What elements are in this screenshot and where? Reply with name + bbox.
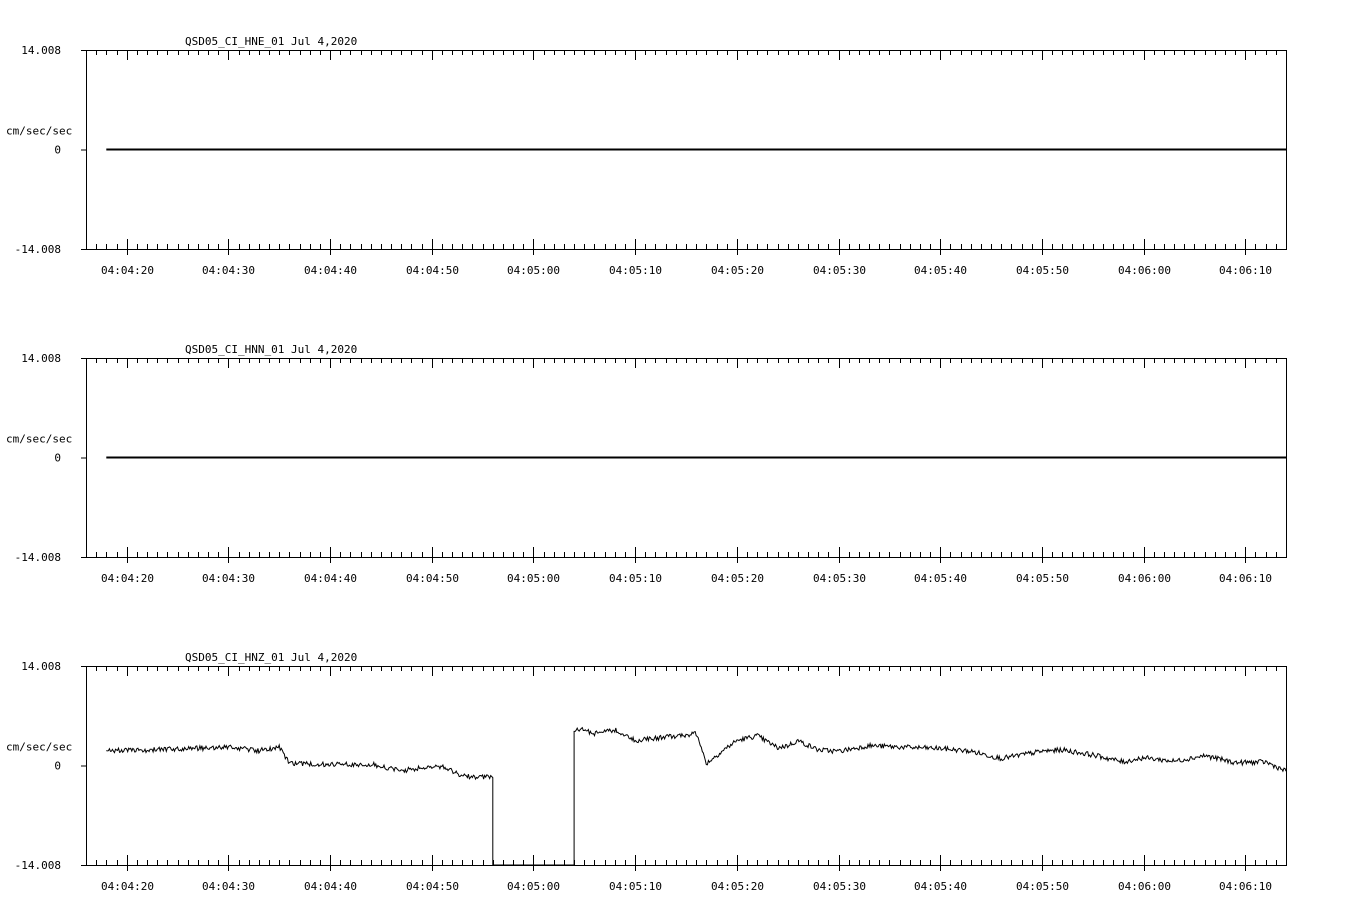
x-tick-label: 04:04:20 — [101, 264, 154, 277]
panel-title: QSD05_CI_HNE_01 Jul 4,2020 — [185, 35, 357, 48]
y-tick-label: 14.008 — [21, 660, 61, 673]
x-tick-label: 04:04:30 — [202, 880, 255, 893]
x-tick-label: 04:05:40 — [914, 572, 967, 585]
x-tick-label: 04:04:40 — [304, 572, 357, 585]
x-tick-label: 04:05:10 — [609, 880, 662, 893]
y-tick-label: -14.008 — [15, 243, 61, 256]
x-tick-label: 04:06:00 — [1118, 572, 1171, 585]
x-tick-label: 04:05:10 — [609, 572, 662, 585]
x-tick-label: 04:04:50 — [406, 880, 459, 893]
x-tick-label: 04:04:30 — [202, 264, 255, 277]
y-axis-label: cm/sec/sec — [6, 125, 72, 138]
y-tick-label: 0 — [54, 452, 61, 465]
x-tick-label: 04:05:00 — [507, 572, 560, 585]
x-tick-label: 04:05:40 — [914, 880, 967, 893]
x-tick-label: 04:05:10 — [609, 264, 662, 277]
seismogram-figure: QSD05_CI_HNE_01 Jul 4,2020 14.008 0 -14.008… — [6, 35, 1287, 893]
x-tick-label: 04:06:00 — [1118, 880, 1171, 893]
x-tick-label: 04:04:50 — [406, 264, 459, 277]
x-tick-label: 04:05:00 — [507, 264, 560, 277]
x-tick-label: 04:04:50 — [406, 572, 459, 585]
y-tick-label: 0 — [54, 144, 61, 157]
x-tick-label: 04:06:10 — [1219, 264, 1272, 277]
y-tick-label: 14.008 — [21, 44, 61, 57]
y-tick-label: 0 — [54, 760, 61, 773]
x-tick-label: 04:05:30 — [813, 880, 866, 893]
panel-1: QSD05_CI_HNE_01 Jul 4,2020 14.008 0 -14.008… — [6, 35, 1287, 277]
y-tick-label: -14.008 — [15, 551, 61, 564]
x-tick-label: 04:05:20 — [711, 264, 764, 277]
x-tick-label: 04:05:50 — [1016, 880, 1069, 893]
x-tick-label: 04:04:40 — [304, 264, 357, 277]
x-tick-label: 04:05:20 — [711, 880, 764, 893]
x-tick-label: 04:06:10 — [1219, 880, 1272, 893]
x-tick-label: 04:05:40 — [914, 264, 967, 277]
x-tick-label: 04:06:00 — [1118, 264, 1171, 277]
x-tick-label: 04:05:30 — [813, 264, 866, 277]
panel-3: QSD05_CI_HNZ_01 Jul 4,2020 14.008 0 -14.008… — [6, 651, 1287, 893]
x-tick-label: 04:04:30 — [202, 572, 255, 585]
panel-title: QSD05_CI_HNZ_01 Jul 4,2020 — [185, 651, 357, 664]
x-tick-label: 04:05:50 — [1016, 264, 1069, 277]
y-axis-label: cm/sec/sec — [6, 433, 72, 446]
x-tick-label: 04:05:50 — [1016, 572, 1069, 585]
x-tick-label: 04:05:00 — [507, 880, 560, 893]
y-tick-label: -14.008 — [15, 859, 61, 872]
panel-2: QSD05_CI_HNN_01 Jul 4,2020 14.008 0 -14.008… — [6, 343, 1287, 585]
trace-line — [106, 726, 1287, 866]
y-axis-label: cm/sec/sec — [6, 741, 72, 754]
x-tick-label: 04:05:30 — [813, 572, 866, 585]
x-tick-label: 04:06:10 — [1219, 572, 1272, 585]
plot-frame — [86, 666, 1287, 866]
x-tick-label: 04:04:40 — [304, 880, 357, 893]
panel-title: QSD05_CI_HNN_01 Jul 4,2020 — [185, 343, 357, 356]
y-tick-label: 14.008 — [21, 352, 61, 365]
x-tick-label: 04:04:20 — [101, 880, 154, 893]
x-tick-label: 04:04:20 — [101, 572, 154, 585]
x-tick-label: 04:05:20 — [711, 572, 764, 585]
